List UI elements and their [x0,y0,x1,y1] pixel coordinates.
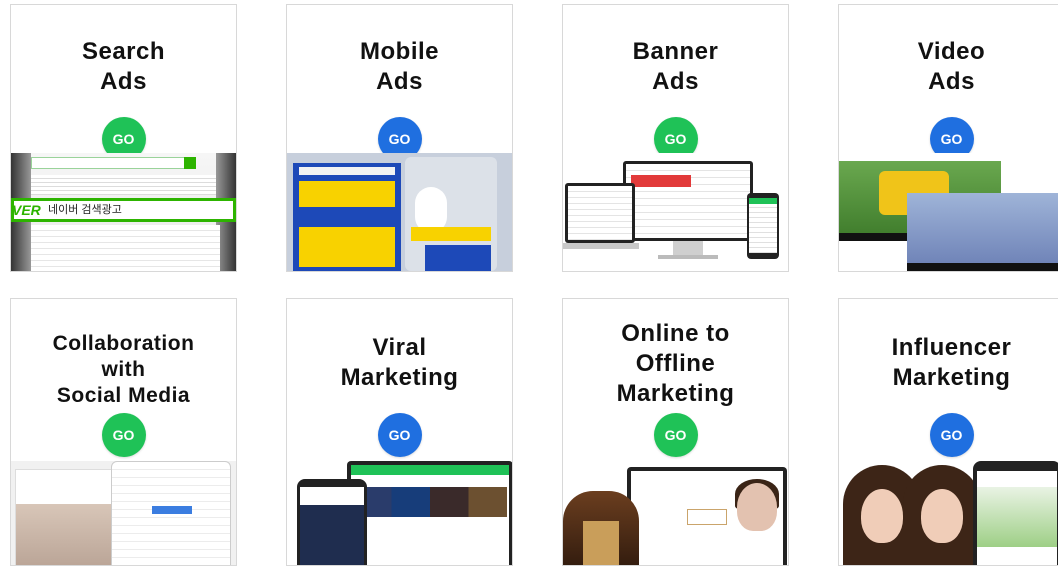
title-line: with [101,358,146,381]
go-button[interactable]: GO [101,413,146,457]
card-title: Search Ads [11,37,236,97]
title-line: Viral [372,334,427,361]
card-title: Online to Offline Marketing [563,319,788,409]
title-line: Influencer [891,334,1012,361]
banner-ads-thumbnail [563,153,788,271]
card-mobile-ads[interactable]: Mobile Ads GO [286,4,513,272]
title-line: Social Media [56,384,191,407]
card-title: Mobile Ads [287,37,512,97]
card-viral-marketing[interactable]: Viral Marketing GO [286,298,513,566]
card-influencer-marketing[interactable]: Influencer Marketing GO [838,298,1058,566]
social-media-thumbnail [11,461,236,565]
naver-logo-fragment: VER [12,202,41,218]
go-button[interactable]: GO [929,413,974,457]
viral-marketing-thumbnail [287,461,512,565]
mobile-ads-thumbnail [287,153,512,271]
go-button[interactable]: GO [653,413,698,457]
title-line: Search [81,38,166,65]
title-line: Banner [632,38,719,65]
card-title: Influencer Marketing [839,333,1058,393]
card-video-ads[interactable]: Video Ads GO [838,4,1058,272]
title-line: Offline [635,350,716,377]
title-line: Marketing [616,380,735,407]
title-line: Ads [652,68,699,95]
card-banner-ads[interactable]: Banner Ads GO [562,4,789,272]
card-title: Collaboration with Social Media [11,331,236,409]
influencer-thumbnail [839,461,1058,565]
card-social-collaboration[interactable]: Collaboration with Social Media GO [10,298,237,566]
card-title: Banner Ads [563,37,788,97]
card-title: Viral Marketing [287,333,512,393]
o2o-marketing-thumbnail [563,461,788,565]
title-line: Online to [621,320,730,347]
title-line: Marketing [892,364,1011,391]
card-title: Video Ads [839,37,1058,97]
card-search-ads[interactable]: Search Ads GO VER 네이버 검색광고 [10,4,237,272]
title-line: Marketing [340,364,459,391]
title-line: Video [917,38,986,65]
card-online-to-offline[interactable]: Online to Offline Marketing GO [562,298,789,566]
search-ads-thumbnail: VER 네이버 검색광고 [11,153,236,271]
search-term-text: 네이버 검색광고 [48,204,122,216]
title-line: Ads [928,68,975,95]
go-button[interactable]: GO [377,413,422,457]
title-line: Collaboration [52,332,195,355]
title-line: Ads [376,68,423,95]
title-line: Mobile [360,38,439,65]
title-line: Ads [100,68,147,95]
video-ads-thumbnail [839,153,1058,271]
